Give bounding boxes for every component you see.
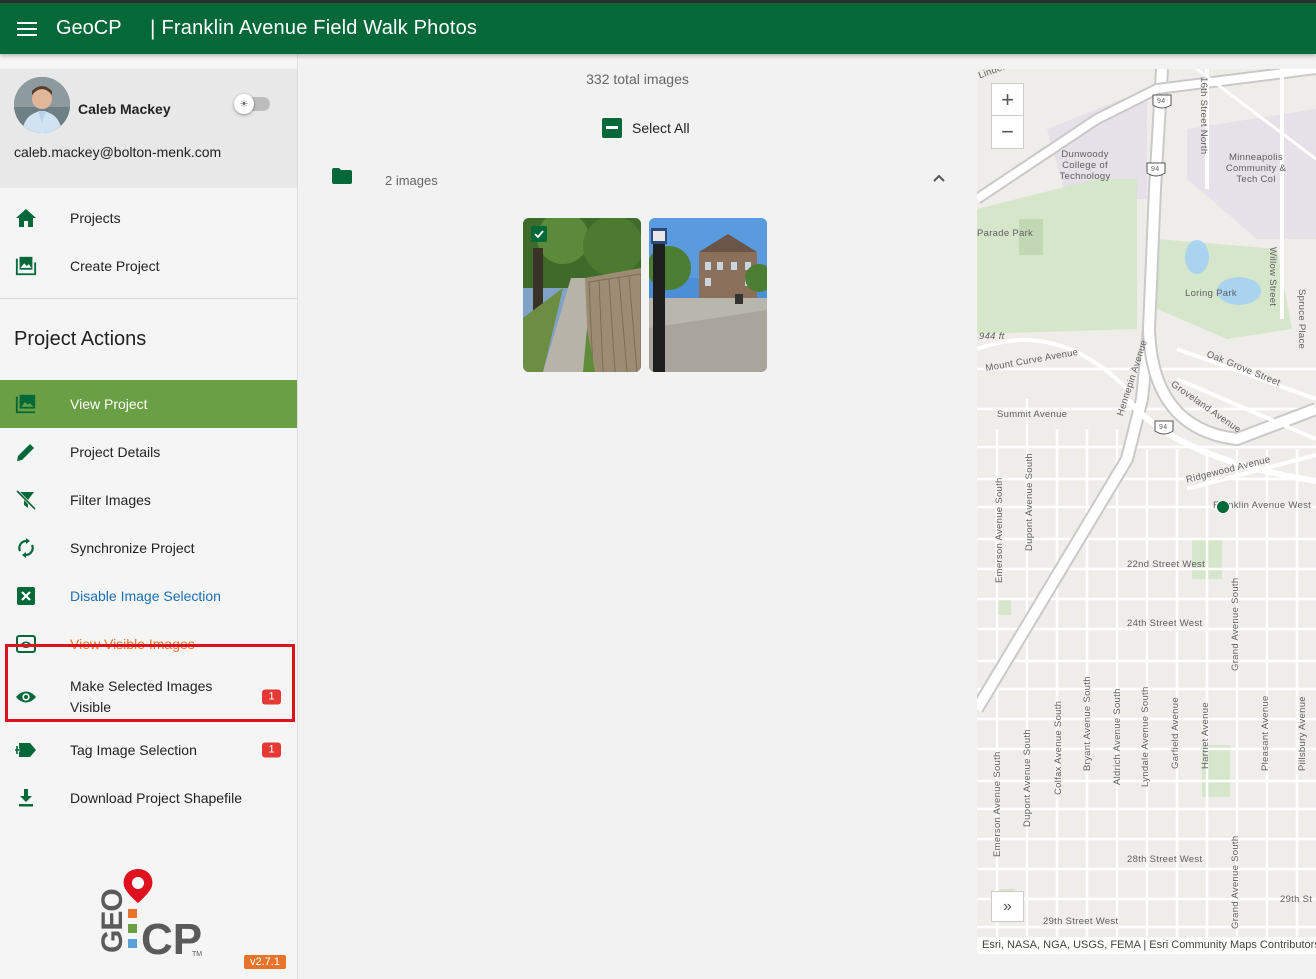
title-separator: |: [150, 16, 156, 40]
avatar: [14, 77, 70, 133]
map-label: Pillsbury Avenue: [1297, 696, 1308, 771]
menu-icon[interactable]: [0, 3, 54, 54]
selection-count-badge: 1: [262, 689, 281, 705]
divider: [0, 298, 297, 299]
map-label: Colfax Avenue South: [1053, 700, 1064, 795]
double-chevron-right-icon: »: [1003, 897, 1012, 915]
action-disable-image-selection[interactable]: Disable Image Selection: [0, 572, 297, 620]
image-thumbnail[interactable]: [649, 218, 767, 372]
logo-tm-text: TM: [192, 951, 202, 958]
map-label: Dupont Avenue South: [1022, 729, 1033, 827]
map-label: 28th Street West: [1127, 854, 1203, 865]
user-name: Caleb Mackey: [78, 101, 171, 117]
photo-location-marker[interactable]: [1216, 500, 1230, 514]
page-title: Franklin Avenue Field Walk Photos: [161, 17, 478, 39]
map-label: Loring Park: [1185, 288, 1237, 299]
chevron-up-icon[interactable]: [932, 170, 946, 188]
total-images: 332 total images: [586, 71, 689, 87]
map-attribution: Esri, NASA, NGA, USGS, FEMA | Esri Commu…: [977, 937, 1316, 954]
version-badge: v2.7.1: [244, 955, 286, 969]
folder-icon: [332, 168, 352, 189]
image-gallery: 332 total images Select All 2 images: [298, 54, 977, 979]
map-label: Pleasant Avenue: [1260, 695, 1271, 771]
filter-off-icon: [15, 489, 37, 511]
close-box-icon: [15, 585, 37, 607]
map-label: Minneapolis Community & Tech Col: [1225, 152, 1287, 185]
map-label: Bryant Avenue South: [1082, 676, 1093, 771]
map-label: Parade Park: [977, 228, 1034, 239]
image-icon: [15, 393, 37, 415]
map-label: Harriet Avenue: [1200, 702, 1211, 769]
eye-box-icon: [15, 633, 37, 655]
minus-box-icon: [602, 118, 622, 138]
map-label: 16th Street North: [1198, 77, 1209, 155]
app-header: GeoCP | Franklin Avenue Field Walk Photo…: [0, 0, 1316, 54]
sync-icon: [15, 537, 37, 559]
user-profile: Caleb Mackey ☀ caleb.mackey@bolton-menk.…: [0, 69, 297, 188]
tag-count-badge: 1: [262, 742, 281, 758]
pencil-icon: [15, 441, 37, 463]
select-all-checkbox[interactable]: Select All: [602, 118, 690, 138]
folder-row[interactable]: 2 images: [332, 168, 952, 192]
home-icon: [15, 207, 37, 229]
image-add-icon: [15, 255, 37, 277]
action-view-visible-images[interactable]: View Visible Images: [0, 620, 297, 668]
map-label: 29th St: [1280, 894, 1313, 905]
action-synchronize-project[interactable]: Synchronize Project: [0, 524, 297, 572]
map-view[interactable]: 94 94 94 Dunwoody College of Technology …: [977, 69, 1316, 954]
expand-panel-button[interactable]: »: [991, 891, 1024, 922]
map-label: Dunwoody College of Technology: [1059, 149, 1111, 182]
zoom-in-button[interactable]: +: [992, 84, 1023, 116]
app-brand[interactable]: GeoCP: [56, 17, 146, 40]
action-download-project-shapefile[interactable]: Download Project Shapefile: [0, 774, 297, 822]
map-label: 22nd Street West: [1127, 559, 1206, 570]
download-icon: [15, 787, 37, 809]
map-label: Grand Avenue South: [1230, 835, 1241, 929]
zoom-control: + −: [991, 83, 1024, 149]
geocp-logo: GEO CP TM: [88, 869, 218, 964]
map-label: Spruce Place: [1296, 289, 1307, 350]
map-label: Summit Avenue: [997, 409, 1068, 420]
action-view-project[interactable]: View Project: [0, 380, 297, 428]
theme-toggle[interactable]: ☀: [234, 94, 270, 114]
folder-count: 2 images: [385, 173, 438, 188]
map-label: Dupont Avenue South: [1024, 453, 1035, 551]
map-label: Willow Street: [1267, 247, 1278, 307]
map-label: Emerson Avenue South: [994, 477, 1005, 583]
eye-icon: [15, 686, 37, 708]
action-filter-images[interactable]: Filter Images: [0, 476, 297, 524]
map-label: Emerson Avenue South: [992, 751, 1003, 857]
select-all-label: Select All: [632, 120, 690, 136]
nav-create-project[interactable]: Create Project: [0, 242, 297, 290]
zoom-out-button[interactable]: −: [992, 116, 1023, 148]
project-actions: View Project Project Details Filter Imag…: [0, 380, 297, 822]
map-label: Garfield Avenue: [1170, 697, 1181, 769]
action-make-selected-images-visible[interactable]: Make Selected Images Visible 1: [0, 668, 297, 726]
action-tag-image-selection[interactable]: Tag Image Selection 1: [0, 726, 297, 774]
map-label: 29th Street West: [1043, 916, 1119, 927]
image-thumbnail[interactable]: [523, 218, 641, 372]
tag-plus-icon: [15, 739, 37, 761]
sidebar: Caleb Mackey ☀ caleb.mackey@bolton-menk.…: [0, 54, 298, 979]
map-label: Grand Avenue South: [1230, 577, 1241, 671]
sun-icon: ☀: [234, 94, 254, 114]
map-label: Aldrich Avenue South: [1112, 688, 1123, 785]
logo-geo-text: GEO: [96, 889, 129, 953]
nav-projects[interactable]: Projects: [0, 194, 297, 242]
map-label: Lyndale Avenue South: [1140, 686, 1151, 787]
main-nav: Projects Create Project: [0, 194, 297, 290]
map-label: 24th Street West: [1127, 618, 1203, 629]
section-title: Project Actions: [14, 328, 147, 350]
checkbox-checked-icon[interactable]: [531, 226, 547, 242]
action-project-details[interactable]: Project Details: [0, 428, 297, 476]
map-label: 944 ft: [979, 331, 1005, 342]
user-email: caleb.mackey@bolton-menk.com: [14, 144, 222, 160]
